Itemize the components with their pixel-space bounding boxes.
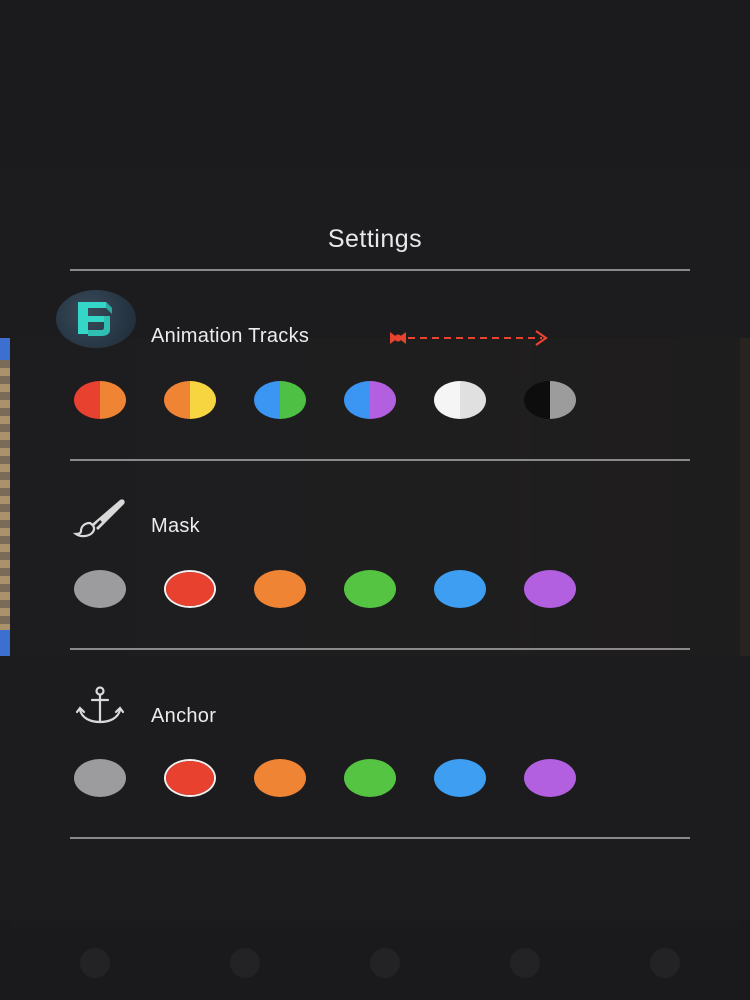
swatch-left-half <box>434 759 460 797</box>
swatch-left-half <box>166 572 190 606</box>
swatch-left-half <box>524 570 550 608</box>
toolbar-ghost-icon <box>510 948 540 978</box>
swatch-left-half <box>74 381 100 419</box>
divider <box>70 648 690 650</box>
swatch-right-half <box>190 761 214 795</box>
swatch-left-half <box>344 570 370 608</box>
section-label-animation-tracks: Animation Tracks <box>151 325 310 347</box>
toolbar-ghost-icon <box>370 948 400 978</box>
swatch-right-half <box>100 381 126 419</box>
swatch-right-half <box>100 759 126 797</box>
logo-icon <box>56 290 136 348</box>
color-swatch-mask-2[interactable] <box>164 570 216 608</box>
swatch-left-half <box>254 570 280 608</box>
divider <box>70 269 690 271</box>
section-label-anchor: Anchor <box>151 705 217 727</box>
toolbar-ghost-icon <box>650 948 680 978</box>
swatch-left-half <box>344 759 370 797</box>
swatch-left-half <box>254 759 280 797</box>
swatch-row-anchor <box>74 759 594 813</box>
color-swatch-mask-5[interactable] <box>434 570 486 608</box>
swatch-right-half <box>550 381 576 419</box>
swatch-right-half <box>370 381 396 419</box>
swatch-right-half <box>280 759 306 797</box>
bottom-toolbar <box>0 920 750 1000</box>
color-swatch-animation-tracks-3[interactable] <box>254 381 306 419</box>
swatch-left-half <box>164 381 190 419</box>
settings-panel <box>10 170 740 930</box>
divider <box>70 837 690 839</box>
section-label-mask: Mask <box>151 515 200 537</box>
panel-title: Settings <box>327 225 423 253</box>
anchor-icon <box>76 686 124 724</box>
swatch-left-half <box>254 381 280 419</box>
color-swatch-anchor-6[interactable] <box>524 759 576 797</box>
color-swatch-animation-tracks-2[interactable] <box>164 381 216 419</box>
swatch-right-half <box>280 570 306 608</box>
color-swatch-anchor-3[interactable] <box>254 759 306 797</box>
color-swatch-anchor-5[interactable] <box>434 759 486 797</box>
swatch-right-half <box>460 381 486 419</box>
swatch-row-animation-tracks <box>74 381 594 435</box>
color-swatch-animation-tracks-1[interactable] <box>74 381 126 419</box>
swatch-right-half <box>100 570 126 608</box>
color-swatch-anchor-2[interactable] <box>164 759 216 797</box>
swatch-right-half <box>550 570 576 608</box>
color-swatch-mask-4[interactable] <box>344 570 396 608</box>
swatch-left-half <box>524 759 550 797</box>
swatch-left-half <box>74 570 100 608</box>
swatch-right-half <box>280 381 306 419</box>
color-swatch-mask-3[interactable] <box>254 570 306 608</box>
background-top <box>0 0 750 170</box>
color-swatch-mask-1[interactable] <box>74 570 126 608</box>
color-swatch-animation-tracks-6[interactable] <box>524 381 576 419</box>
swatch-right-half <box>370 570 396 608</box>
color-swatch-mask-6[interactable] <box>524 570 576 608</box>
background-image-edge-texture <box>0 360 10 630</box>
swatch-left-half <box>344 381 370 419</box>
swatch-right-half <box>370 759 396 797</box>
divider <box>70 459 690 461</box>
color-swatch-animation-tracks-4[interactable] <box>344 381 396 419</box>
swatch-left-half <box>166 761 190 795</box>
color-swatch-anchor-4[interactable] <box>344 759 396 797</box>
swatch-right-half <box>460 570 486 608</box>
color-swatch-animation-tracks-5[interactable] <box>434 381 486 419</box>
swatch-left-half <box>434 570 460 608</box>
swatch-right-half <box>190 572 214 606</box>
swatch-left-half <box>434 381 460 419</box>
swatch-right-half <box>550 759 576 797</box>
color-swatch-anchor-1[interactable] <box>74 759 126 797</box>
toolbar-ghost-icon <box>80 948 110 978</box>
dashed-arrow-icon <box>390 330 548 346</box>
swatch-left-half <box>524 381 550 419</box>
swatch-right-half <box>190 381 216 419</box>
brush-icon <box>72 499 125 538</box>
toolbar-ghost-icon <box>230 948 260 978</box>
swatch-right-half <box>460 759 486 797</box>
swatch-left-half <box>74 759 100 797</box>
swatch-row-mask <box>74 570 594 624</box>
